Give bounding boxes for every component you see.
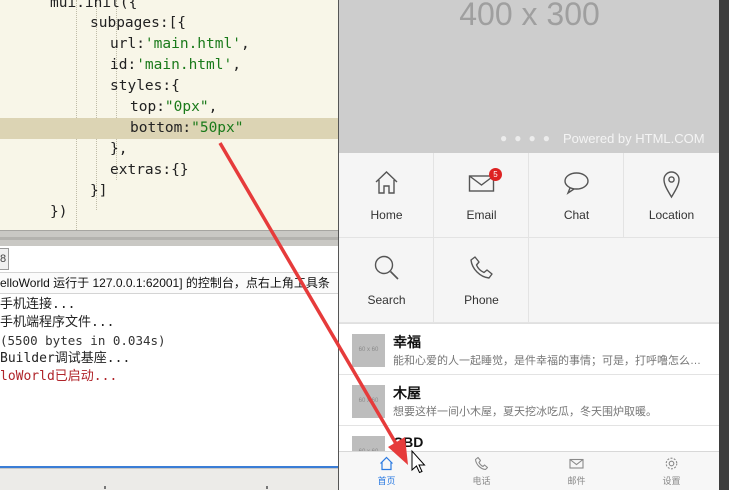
bottom-tab-bar: 首页 电话 邮件 设置 <box>339 451 719 490</box>
code-line: id:'main.html', <box>110 57 241 73</box>
code-line: url:'main.html', <box>110 36 250 52</box>
phone-preview: 400 x 300 ●●●● Powered by HTML.COM Home … <box>338 0 719 490</box>
panel-splitter[interactable] <box>0 230 338 246</box>
grid-item-label: Phone <box>464 293 499 307</box>
tab-email[interactable]: 邮件 <box>529 452 624 490</box>
grid-item-label: Location <box>648 208 695 222</box>
grid-empty <box>529 238 719 323</box>
console-line: Builder调试基座... <box>0 351 131 366</box>
grid-item-label: Search <box>367 293 406 307</box>
home-icon <box>380 456 393 471</box>
phone-icon <box>470 256 493 279</box>
code-line: styles:{ <box>110 78 180 94</box>
list-item-title: 木屋 <box>393 385 421 401</box>
code-line: }] <box>90 183 108 199</box>
tab-label: 首页 <box>377 476 396 486</box>
chat-icon <box>564 172 589 195</box>
tab-phone[interactable]: 电话 <box>434 452 529 490</box>
unread-badge: 5 <box>489 168 502 181</box>
grid-item-label: Email <box>466 208 497 222</box>
tab-settings[interactable]: 设置 <box>624 452 719 490</box>
grid-item-location[interactable]: Location <box>624 153 719 238</box>
code-line: subpages:[{ <box>90 15 187 31</box>
console-line: (5500 bytes in 0.034s) <box>0 333 166 348</box>
list-item[interactable]: 60 x 60 CBD <box>339 426 719 451</box>
home-icon <box>375 171 398 194</box>
tab-label: 邮件 <box>567 476 586 486</box>
code-line: extras:{} <box>110 162 189 178</box>
grid-item-home[interactable]: Home <box>339 153 434 238</box>
code-line: top:"0px", <box>130 99 218 115</box>
grid-item-label: Home <box>370 208 403 222</box>
list-item-desc: 能和心爱的人一起睡觉，是件幸福的事情；可是，打呼噜怎么办？ <box>393 355 703 367</box>
phone-icon <box>474 456 489 471</box>
code-editor[interactable]: mui.init({ subpages:[{ url:'main.html', … <box>0 0 338 230</box>
code-line: }) <box>50 204 68 220</box>
console-line: 手机端程序文件... <box>0 315 115 330</box>
console-tab[interactable]: 8 <box>0 248 9 270</box>
grid-item-email[interactable]: 5 Email <box>434 153 529 238</box>
list-item[interactable]: 60 x 60 幸福 能和心爱的人一起睡觉，是件幸福的事情；可是，打呼噜怎么办？ <box>339 324 719 375</box>
slider-indicator[interactable]: ●●●● <box>500 131 557 145</box>
search-icon <box>374 255 399 280</box>
tab-label: 电话 <box>472 476 491 486</box>
console-line: loWorld已启动... <box>0 369 118 384</box>
image-slider[interactable]: 400 x 300 ●●●● Powered by HTML.COM <box>339 0 719 153</box>
console-panel: 8 elloWorld 运行于 127.0.0.1:62001] 的控制台，点右… <box>0 246 338 490</box>
console-title: elloWorld 运行于 127.0.0.1:62001] 的控制台，点右上角… <box>0 272 338 294</box>
news-list: 60 x 60 幸福 能和心爱的人一起睡觉，是件幸福的事情；可是，打呼噜怎么办？… <box>339 323 719 451</box>
email-icon <box>569 458 584 469</box>
location-icon <box>663 171 680 199</box>
icon-grid: Home 5 Email Chat Location Search Phone <box>339 153 719 323</box>
gear-icon <box>665 457 678 470</box>
code-line: mui.init({ <box>50 0 138 11</box>
grid-item-label: Chat <box>563 208 590 222</box>
slider-placeholder: 400 x 300 <box>459 0 600 32</box>
code-line-highlighted: bottom:"50px" <box>0 118 338 139</box>
console-line: 手机连接... <box>0 297 76 312</box>
grid-item-search[interactable]: Search <box>339 238 434 323</box>
status-bar <box>0 468 338 490</box>
grid-item-chat[interactable]: Chat <box>529 153 624 238</box>
tab-home[interactable]: 首页 <box>339 452 434 490</box>
list-item-title: CBD <box>393 434 424 450</box>
tab-label: 设置 <box>662 476 681 486</box>
list-item-desc: 想要这样一间小木屋，夏天挖冰吃瓜，冬天围炉取暖。 <box>393 406 657 418</box>
list-item[interactable]: 60 x 60 木屋 想要这样一间小木屋，夏天挖冰吃瓜，冬天围炉取暖。 <box>339 375 719 426</box>
list-thumbnail: 60 x 60 <box>352 334 385 367</box>
list-thumbnail: 60 x 60 <box>352 436 385 451</box>
slider-caption: Powered by HTML.COM <box>563 131 705 146</box>
list-thumbnail: 60 x 60 <box>352 385 385 418</box>
code-line: }, <box>110 141 128 157</box>
grid-item-phone[interactable]: Phone <box>434 238 529 323</box>
list-item-title: 幸福 <box>393 334 421 350</box>
window-edge <box>719 0 729 490</box>
